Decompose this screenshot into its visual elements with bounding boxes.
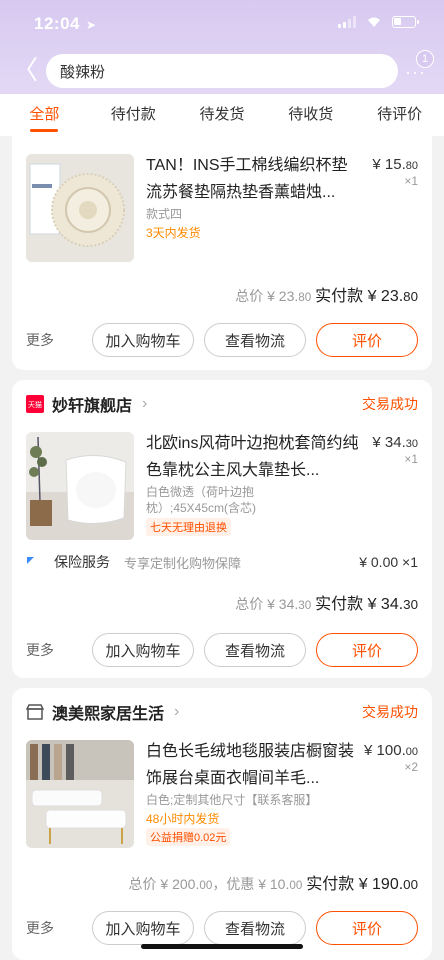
tab-pending-review[interactable]: 待评价 — [355, 94, 444, 136]
review-button[interactable]: 评价 — [316, 911, 418, 945]
product-title[interactable]: 白色长毛绒地毯服装店橱窗装饰展台桌面衣帽间羊毛... — [146, 738, 362, 792]
product-spec: 白色微透（荷叶边抱枕）;45X45cm(含芯) — [146, 485, 257, 515]
more-link[interactable]: 更多 — [26, 640, 54, 660]
status-icons — [338, 16, 419, 28]
wifi-icon — [368, 17, 380, 27]
cellular-signal-icon — [338, 16, 356, 28]
rug-image — [26, 740, 134, 848]
tab-all[interactable]: 全部 — [0, 94, 89, 136]
service-desc: 专享定制化购物保障 — [124, 555, 242, 571]
message-badge: 1 — [416, 50, 434, 68]
add-to-cart-button[interactable]: 加入购物车 — [92, 911, 194, 945]
pillow-image — [26, 432, 134, 540]
shop-name: 妙轩旗舰店 — [52, 398, 133, 415]
add-to-cart-button[interactable]: 加入购物车 — [92, 633, 194, 667]
order-actions: 更多 加入购物车 查看物流 评价 — [26, 632, 418, 668]
chevron-right-icon: › — [142, 395, 148, 412]
home-indicator[interactable] — [141, 944, 303, 949]
service-price: ¥ 0.00 ×1 — [359, 554, 418, 570]
order-total: 总价 ¥ 23.80 实付款 ¥ 23.80 — [235, 288, 418, 305]
return-policy-tag: 七天无理由退换 — [146, 518, 231, 536]
shipping-time: 48小时内发货 — [146, 812, 220, 826]
time-text: 12:04 — [34, 14, 80, 33]
product-image[interactable] — [26, 740, 134, 848]
store-icon — [26, 704, 44, 720]
location-arrow-icon: ➤ — [85, 18, 97, 32]
review-button[interactable]: 评价 — [316, 323, 418, 357]
view-logistics-button[interactable]: 查看物流 — [204, 911, 306, 945]
service-mark-icon — [27, 557, 34, 564]
coaster-image — [26, 154, 134, 262]
product-price: ¥ 100.00 — [364, 742, 418, 759]
add-to-cart-button[interactable]: 加入购物车 — [92, 323, 194, 357]
shop-header[interactable]: 天猫 妙轩旗舰店 › 交易成功 — [26, 394, 418, 415]
insurance-service-row: 保险服务 专享定制化购物保障 ¥ 0.00 ×1 — [26, 552, 418, 572]
view-logistics-button[interactable]: 查看物流 — [204, 323, 306, 357]
tab-pending-receipt[interactable]: 待收货 — [266, 94, 355, 136]
status-bar: 12:04 ➤ — [0, 0, 444, 46]
more-link[interactable]: 更多 — [26, 918, 54, 938]
charity-tag: 公益捐赠0.02元 — [146, 828, 231, 846]
product-spec: 款式四 — [146, 207, 183, 221]
view-logistics-button[interactable]: 查看物流 — [204, 633, 306, 667]
chevron-right-icon: › — [174, 703, 180, 720]
search-query: 酸辣粉 — [60, 63, 106, 81]
svg-text:天猫: 天猫 — [28, 400, 42, 409]
battery-icon — [392, 16, 419, 28]
back-button[interactable]: 〈 — [12, 56, 38, 84]
search-input[interactable]: 酸辣粉 — [46, 54, 398, 88]
product-spec: 白色;定制其他尺寸【联系客服】 — [146, 793, 318, 807]
tab-pending-shipment[interactable]: 待发货 — [178, 94, 267, 136]
shop-name: 澳美熙家居生活 — [52, 706, 165, 723]
order-total: 总价 ¥ 200.00，优惠 ¥ 10.00 实付款 ¥ 190.00 — [128, 876, 418, 893]
top-header: 12:04 ➤ 〈 酸辣粉 ··· 1 — [0, 0, 444, 94]
status-time: 12:04 ➤ — [34, 14, 97, 34]
order-actions: 更多 加入购物车 查看物流 评价 — [26, 910, 418, 946]
product-price: ¥ 15.80 — [372, 156, 418, 173]
trade-status: 交易成功 — [362, 396, 418, 412]
product-image[interactable] — [26, 154, 134, 262]
order-card: 澳美熙家居生活 › 交易成功 白色长毛绒地毯服装店橱窗装饰展台桌面衣帽间羊毛..… — [12, 688, 432, 960]
shop-header[interactable]: 澳美熙家居生活 › 交易成功 — [26, 702, 418, 723]
tab-pending-payment[interactable]: 待付款 — [89, 94, 178, 136]
service-label: 保险服务 — [54, 554, 110, 570]
product-image[interactable] — [26, 432, 134, 540]
product-price: ¥ 34.30 — [372, 434, 418, 451]
review-button[interactable]: 评价 — [316, 633, 418, 667]
product-qty: ×1 — [404, 452, 418, 466]
order-tabs: 全部 待付款 待发货 待收货 待评价 — [0, 94, 444, 136]
order-actions: 更多 加入购物车 查看物流 评价 — [26, 322, 418, 358]
shipping-time: 3天内发货 — [146, 226, 201, 240]
product-qty: ×1 — [404, 174, 418, 188]
tmall-logo-icon: 天猫 — [26, 395, 44, 413]
product-title[interactable]: 北欧ins风荷叶边抱枕套简约纯色靠枕公主风大靠垫长... — [146, 430, 362, 484]
order-card: 天猫 妙轩旗舰店 › 交易成功 北欧ins风荷叶边抱枕套简约纯色靠枕公主风大靠垫… — [12, 380, 432, 678]
more-link[interactable]: 更多 — [26, 330, 54, 350]
order-card: TAN！INS手工棉线编织杯垫流苏餐垫隔热垫香薰蜡烛... ¥ 15.80 ×1… — [12, 136, 432, 370]
trade-status: 交易成功 — [362, 704, 418, 720]
product-title[interactable]: TAN！INS手工棉线编织杯垫流苏餐垫隔热垫香薰蜡烛... — [146, 152, 362, 206]
order-total: 总价 ¥ 34.30 实付款 ¥ 34.30 — [235, 596, 418, 613]
product-qty: ×2 — [404, 760, 418, 774]
